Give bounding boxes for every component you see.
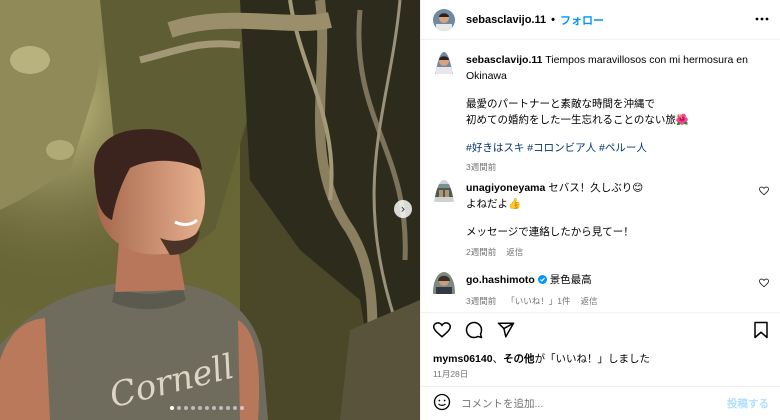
- carousel-dot: [170, 406, 174, 410]
- comment-timestamp[interactable]: 3週間前: [466, 295, 496, 307]
- carousel-next-button[interactable]: ›: [394, 200, 412, 218]
- caption-hashtags: #好きはスキ #コロンビア人 #ペルー人: [466, 140, 756, 155]
- bookmark-glyph: [754, 321, 768, 339]
- comment-item: unagiyoneyama セバス！久しぶり😊 よねだよ👍 メッセージで連絡した…: [433, 180, 770, 260]
- comment-meta: 3週間前 「いいね！」1件 返信: [466, 295, 756, 307]
- share-glyph: [497, 322, 515, 338]
- post-header: sebasclavijo.11 • フォロー: [421, 0, 780, 40]
- comment-composer: 投稿する: [421, 386, 780, 420]
- post-comment-button[interactable]: 投稿する: [727, 396, 769, 411]
- more-horizontal-icon[interactable]: [755, 12, 769, 28]
- bookmark-icon[interactable]: [753, 321, 769, 342]
- likes-others-link[interactable]: その他: [503, 353, 535, 365]
- comment-line-1: 景色最高: [549, 274, 592, 286]
- avatar-image: [433, 8, 455, 31]
- reply-button[interactable]: 返信: [506, 246, 523, 258]
- caption-line-1: 最愛のパートナーと素敵な時間を沖縄で: [466, 98, 655, 110]
- carousel-dot: [198, 406, 202, 410]
- action-icons: [432, 321, 515, 342]
- post-side-panel: sebasclavijo.11 • フォロー sebasclavijo.11 T…: [420, 0, 780, 420]
- photo-illustration: Cornell: [0, 0, 420, 420]
- heart-glyph: [758, 278, 770, 288]
- comment-icon[interactable]: [465, 321, 483, 342]
- caption-text-line: sebasclavijo.11 Tiempos maravillosos con…: [466, 52, 756, 84]
- author-avatar[interactable]: [433, 8, 455, 31]
- likes-suffix: が「いいね！」しました: [534, 353, 651, 365]
- commenter-avatar[interactable]: [433, 272, 455, 312]
- verified-glyph: [537, 275, 547, 284]
- avatar-image: [433, 52, 455, 74]
- post-date[interactable]: 11月28日: [433, 368, 468, 380]
- chevron-right-icon: ›: [400, 202, 406, 216]
- comment-username[interactable]: unagiyoneyama: [466, 182, 545, 194]
- carousel-dot: [205, 406, 209, 410]
- heart-icon[interactable]: [758, 186, 770, 199]
- header-separator: •: [551, 13, 555, 26]
- reply-button[interactable]: 返信: [580, 295, 597, 307]
- commenter-avatar[interactable]: [433, 180, 455, 260]
- comment-line-3: メッセージで連絡したから見てー！: [466, 226, 634, 238]
- verified-badge-icon: [537, 273, 547, 289]
- caption-body: sebasclavijo.11 Tiempos maravillosos con…: [466, 52, 756, 173]
- hashtag-link[interactable]: #好きはスキ: [466, 142, 524, 154]
- comment-body: go.hashimoto 景色最高 3週間前 「いいね！」1件 返信: [466, 272, 756, 312]
- carousel-dot: [184, 406, 188, 410]
- comment-timestamp[interactable]: 2週間前: [466, 246, 496, 258]
- likes-user[interactable]: myms06140: [433, 353, 493, 365]
- heart-icon[interactable]: [432, 321, 452, 342]
- caption-timestamp[interactable]: 3週間前: [466, 161, 496, 173]
- comment-line-1: セバス！久しぶり😊: [548, 182, 644, 194]
- carousel-dot: [226, 406, 230, 410]
- follow-button[interactable]: フォロー: [560, 12, 604, 28]
- emoji-icon[interactable]: [433, 393, 451, 414]
- carousel-dot: [219, 406, 223, 410]
- carousel-dot: [233, 406, 237, 410]
- caption: sebasclavijo.11 Tiempos maravillosos con…: [433, 52, 769, 173]
- comment-list: sebasclavijo.11 Tiempos maravillosos con…: [421, 40, 780, 310]
- share-icon[interactable]: [497, 321, 515, 342]
- comment-meta: 2週間前 返信: [466, 246, 756, 258]
- likes-connector: 、: [492, 353, 504, 365]
- like-glyph: [432, 322, 452, 338]
- comment-text: unagiyoneyama セバス！久しぶり😊: [466, 180, 756, 196]
- post-photo[interactable]: Cornell ›: [0, 0, 420, 420]
- author-username[interactable]: sebasclavijo.11: [466, 14, 546, 26]
- carousel-dot: [191, 406, 195, 410]
- comment-input[interactable]: [461, 397, 711, 410]
- avatar-image: [433, 272, 455, 294]
- caption-username[interactable]: sebasclavijo.11: [466, 54, 542, 66]
- caption-avatar[interactable]: [433, 52, 455, 170]
- likes-summary: myms06140、その他が「いいね！」しました: [433, 351, 650, 366]
- emoji-glyph: [433, 393, 451, 411]
- comment-like-count[interactable]: 「いいね！」1件: [506, 295, 570, 307]
- hashtag-link[interactable]: #ペルー人: [599, 142, 647, 154]
- carousel-dot: [177, 406, 181, 410]
- heart-icon[interactable]: [758, 278, 770, 291]
- comment-body: unagiyoneyama セバス！久しぶり😊 よねだよ👍 メッセージで連絡した…: [466, 180, 756, 260]
- carousel-indicator: [170, 406, 244, 410]
- instagram-post-modal: Cornell › sebasclavijo.11 • フォロー sebascl…: [0, 0, 780, 420]
- heart-glyph: [758, 186, 770, 196]
- more-horizontal-glyph: [755, 17, 769, 21]
- caption-line-2: 初めての婚約をした一生忘れることのない旅🌺: [466, 114, 689, 126]
- comment-text: go.hashimoto 景色最高: [466, 272, 756, 289]
- carousel-dot: [240, 406, 244, 410]
- comment-item: go.hashimoto 景色最高 3週間前 「いいね！」1件 返信: [433, 272, 770, 312]
- carousel-dot: [212, 406, 216, 410]
- avatar-image: [433, 180, 455, 202]
- hashtag-link[interactable]: #コロンビア人: [527, 142, 596, 154]
- caption-japanese: 最愛のパートナーと素敵な時間を沖縄で 初めての婚約をした一生忘れることのない旅🌺: [466, 96, 756, 128]
- comment-glyph: [465, 321, 483, 339]
- comment-line-2: よねだよ👍: [466, 198, 522, 210]
- comment-username[interactable]: go.hashimoto: [466, 274, 535, 286]
- caption-meta: 3週間前: [466, 161, 756, 173]
